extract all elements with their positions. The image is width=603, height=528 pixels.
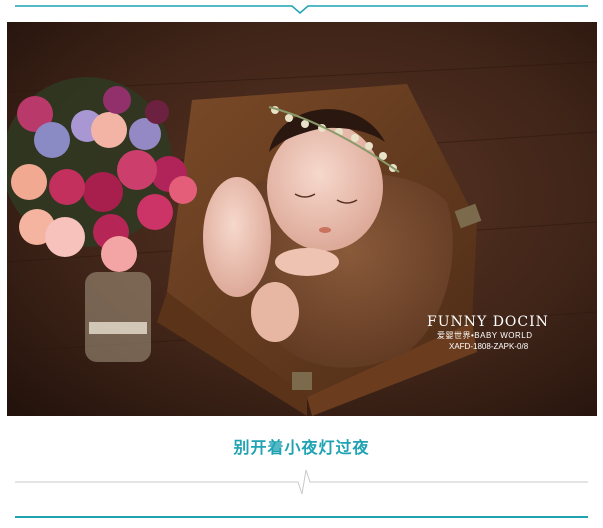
middle-divider	[15, 469, 588, 495]
section-caption: 别开着小夜灯过夜	[233, 438, 370, 457]
newborn-photo: FUNNY DOCIN 爱婴世界•BABY WORLD XAFD-1808-ZA…	[7, 22, 597, 416]
top-divider	[15, 5, 588, 14]
watermark-brand: FUNNY DOCIN	[427, 314, 549, 330]
photo-watermark: FUNNY DOCIN 爱婴世界•BABY WORLD XAFD-1808-ZA…	[427, 314, 549, 352]
watermark-subtitle: 爱婴世界•BABY WORLD	[437, 331, 533, 340]
watermark-code: XAFD-1808-ZAPK-0/8	[449, 342, 529, 351]
bottom-divider	[15, 516, 588, 518]
